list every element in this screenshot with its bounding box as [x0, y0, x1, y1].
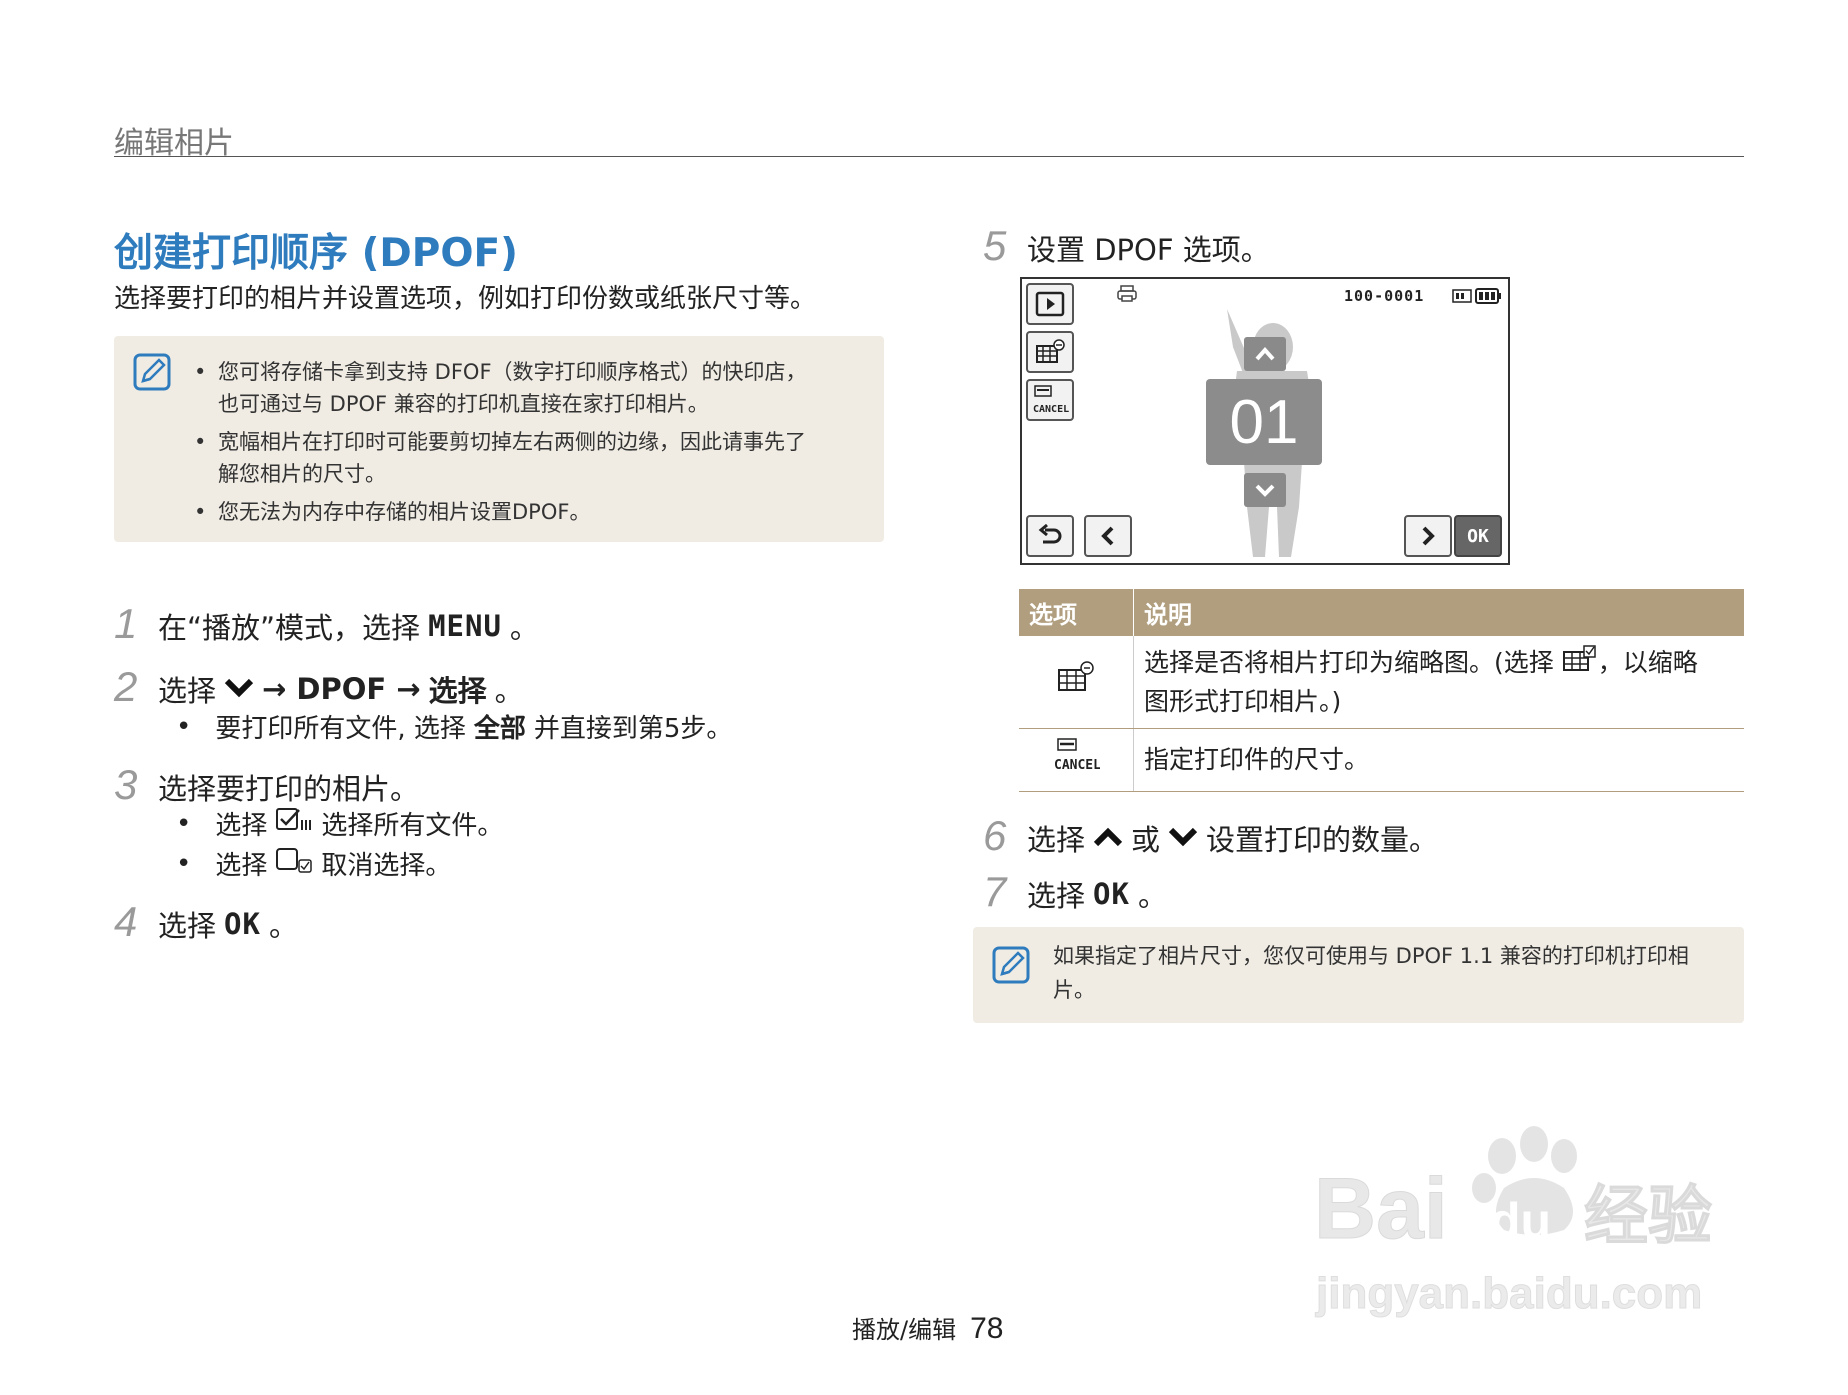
baidu-watermark: Bai du 经验 jingyan.baidu.com	[1312, 1118, 1742, 1319]
table-cell-description: 指定打印件的尺寸。	[1133, 728, 1744, 792]
deselect-icon	[275, 846, 313, 881]
svg-text:CANCEL: CANCEL	[1054, 758, 1100, 773]
svg-text:经验: 经验	[1584, 1180, 1712, 1254]
printer-icon	[1116, 285, 1138, 307]
chevron-up-icon	[1093, 821, 1123, 855]
index-print-button[interactable]	[1026, 331, 1074, 373]
print-size-icon: CANCEL	[1033, 385, 1069, 415]
play-icon	[1035, 291, 1065, 317]
print-count: 01	[1206, 379, 1322, 465]
page-footer: 播放/编辑 78	[852, 1310, 1003, 1346]
ok-button-label: OK	[224, 907, 261, 941]
battery-icon	[1452, 287, 1502, 309]
options-table: 选项 说明 选择是否将相片打印为缩略图。(选择 ，以缩略 图形式打印相片。) CA…	[1019, 589, 1744, 792]
step-3: 3 选择要打印的相片。	[114, 761, 420, 808]
step-7: 7 选择 OK。	[983, 868, 1167, 915]
footer-section: 播放/编辑	[852, 1316, 957, 1344]
header-divider	[114, 156, 1744, 157]
note-pencil-icon	[991, 945, 1031, 985]
step-5: 5 设置 DPOF 选项。	[983, 222, 1270, 269]
print-size-icon: CANCEL	[1054, 738, 1101, 773]
note-item: 您无法为内存中存储的相片设置DPOF。	[194, 496, 807, 528]
page-number: 78	[970, 1312, 1004, 1345]
chevron-down-icon	[224, 672, 254, 706]
note-list: 您可将存储卡拿到支持 DFOF（数字打印顺序格式）的快印店，也可通过与 DPOF…	[194, 356, 807, 534]
chevron-down-icon	[1255, 484, 1275, 497]
page-title: 创建打印顺序 (DPOF)	[114, 231, 518, 276]
camera-screen: 100-0001 CANCEL 01 OK	[1020, 277, 1510, 565]
index-print-icon	[1036, 339, 1065, 363]
note-pencil-icon	[132, 352, 172, 392]
table-cell-description: 选择是否将相片打印为缩略图。(选择 ，以缩略 图形式打印相片。)	[1133, 636, 1744, 729]
index-print-icon	[1058, 661, 1094, 691]
print-size-button[interactable]: CANCEL	[1026, 379, 1074, 421]
column-header-option: 选项	[1019, 589, 1134, 636]
next-button[interactable]	[1404, 515, 1452, 557]
baidu-paw-logo: Bai du 经验 jingyan.baidu.com	[1314, 1126, 1713, 1319]
chevron-right-icon	[1422, 526, 1435, 546]
index-print-selected-icon	[1562, 644, 1598, 684]
menu-button-label: MENU	[428, 609, 502, 643]
step-3-sub-deselect: 选择 取消选择。	[176, 845, 451, 882]
svg-text:du: du	[1490, 1193, 1551, 1249]
increase-button[interactable]	[1244, 337, 1286, 371]
column-header-description: 说明	[1133, 589, 1744, 636]
step-4: 4 选择 OK。	[114, 898, 298, 945]
note-text: 如果指定了相片尺寸，您仅可使用与 DPOF 1.1 兼容的打印机打印相 片。	[1053, 944, 1689, 1002]
note-box: 如果指定了相片尺寸，您仅可使用与 DPOF 1.1 兼容的打印机打印相 片。	[973, 927, 1744, 1023]
svg-text:jingyan.baidu.com: jingyan.baidu.com	[1315, 1269, 1702, 1318]
ok-button[interactable]: OK	[1454, 515, 1502, 557]
table-cell-icon	[1019, 636, 1134, 729]
table-header-row: 选项 说明	[1019, 589, 1744, 636]
svg-text:CANCEL: CANCEL	[1033, 404, 1069, 415]
note-box: 您可将存储卡拿到支持 DFOF（数字打印顺序格式）的快印店，也可通过与 DPOF…	[114, 336, 884, 542]
table-row: 选择是否将相片打印为缩略图。(选择 ，以缩略 图形式打印相片。)	[1019, 636, 1744, 729]
back-button[interactable]	[1026, 515, 1074, 557]
chevron-down-icon	[1168, 821, 1198, 855]
step-1: 1 在“播放”模式，选择 MENU 。	[114, 600, 539, 647]
page-subtitle: 选择要打印的相片并设置选项，例如打印份数或纸张尺寸等。	[114, 284, 817, 314]
previous-button[interactable]	[1084, 515, 1132, 557]
return-icon	[1038, 524, 1062, 544]
note-item: 宽幅相片在打印时可能要剪切掉左右两侧的边缘，因此请事先了解您相片的尺寸。	[194, 426, 807, 490]
step-3-sub-select-all: 选择 选择所有文件。	[176, 805, 503, 842]
playback-button[interactable]	[1026, 283, 1074, 325]
note-item: 您可将存储卡拿到支持 DFOF（数字打印顺序格式）的快印店，也可通过与 DPOF…	[194, 356, 807, 420]
step-2: 2 选择 → DPOF → 选择。	[114, 663, 524, 710]
ok-button-label: OK	[1093, 877, 1130, 911]
chevron-up-icon	[1255, 346, 1275, 361]
chevron-left-icon	[1101, 526, 1114, 546]
file-number: 100-0001	[1344, 287, 1425, 305]
step-6: 6 选择 或 设置打印的数量。	[983, 812, 1439, 859]
table-cell-icon: CANCEL	[1019, 728, 1134, 792]
table-row: CANCEL 指定打印件的尺寸。	[1019, 728, 1744, 792]
step-2-sub: 要打印所有文件, 选择全部并直接到第5步。	[176, 708, 732, 745]
svg-text:Bai: Bai	[1314, 1161, 1448, 1257]
decrease-button[interactable]	[1244, 473, 1286, 507]
select-all-icon	[275, 806, 313, 841]
